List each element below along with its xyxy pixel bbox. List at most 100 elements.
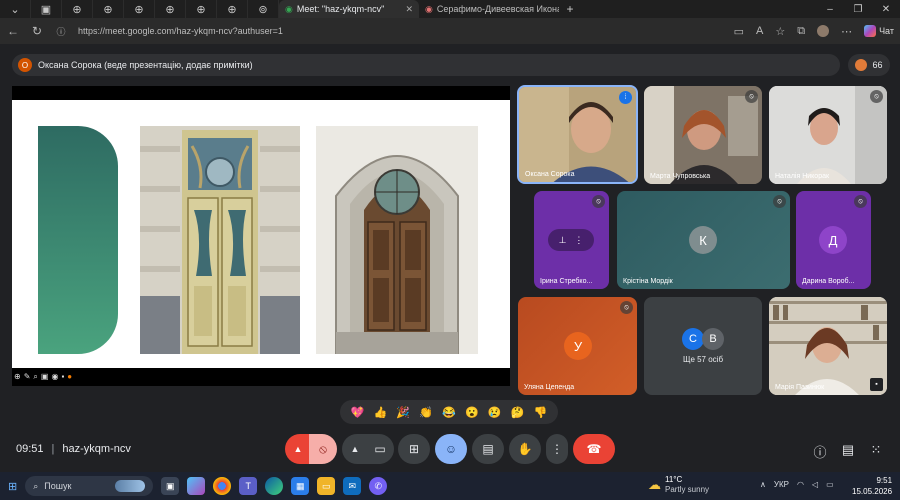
chrome-icon[interactable] bbox=[213, 477, 232, 495]
read-aloud-icon[interactable]: A bbox=[756, 25, 763, 37]
favorite-star-icon[interactable]: ☆ bbox=[775, 25, 785, 38]
reaction-thumbs-up[interactable]: 👍 bbox=[372, 406, 388, 419]
participant-tile-iryna[interactable]: ⊥ ⋮ ⦸ Ірина Стребко... bbox=[534, 191, 609, 289]
more-options-button[interactable]: ⋮ bbox=[546, 434, 568, 464]
zoom-icon[interactable]: ⊕ bbox=[14, 372, 21, 382]
tab-menu-chevron-icon[interactable]: ⌄ bbox=[0, 0, 31, 18]
picture-in-picture-icon[interactable]: ▪ bbox=[870, 378, 883, 391]
people-count: 66 bbox=[872, 60, 883, 70]
palette-icon[interactable]: ● bbox=[67, 372, 72, 382]
video-options-button[interactable]: ▲ bbox=[342, 434, 368, 464]
tab-icon-page[interactable]: ◉ Серафимо-Дивеевская Икона Бо... bbox=[419, 0, 559, 18]
reaction-laugh[interactable]: 😂 bbox=[441, 406, 457, 419]
reactions-button[interactable]: ☺ bbox=[435, 434, 467, 464]
weather-widget[interactable]: ☁ 11°C Partly sunny bbox=[648, 475, 709, 495]
participant-tile-marta[interactable]: ⦸ Марта Чупровська bbox=[644, 86, 762, 184]
mic-toggle-button[interactable]: ⦸ bbox=[309, 434, 337, 464]
present-screen-button[interactable]: ⊞ bbox=[398, 434, 430, 464]
record-icon[interactable]: ▪ bbox=[61, 372, 64, 382]
teams-icon[interactable]: T bbox=[239, 477, 258, 495]
participant-tile-kristina[interactable]: К ⦸ Крістіна Мордік bbox=[617, 191, 790, 289]
task-view-icon[interactable]: ▣ bbox=[161, 477, 180, 495]
chat-icon[interactable]: ▤ bbox=[840, 442, 856, 458]
magnifier-icon[interactable]: ⌕ bbox=[33, 372, 37, 382]
reaction-party[interactable]: 🎉 bbox=[395, 406, 411, 419]
back-icon[interactable]: ← bbox=[6, 24, 20, 38]
clock-time: 9:51 bbox=[876, 476, 893, 485]
maximize-button[interactable]: ❐ bbox=[844, 4, 872, 15]
activities-icon[interactable]: ⁙ bbox=[868, 442, 884, 458]
pinned-tab-3[interactable]: ⊕ bbox=[93, 0, 124, 18]
pin-icon[interactable]: ⊥ bbox=[559, 235, 567, 246]
pinned-tab-8[interactable]: ⊚ bbox=[248, 0, 279, 18]
file-explorer-icon[interactable]: ▭ bbox=[317, 477, 336, 495]
volume-icon[interactable]: ◁ bbox=[812, 480, 818, 489]
new-tab-button[interactable]: + bbox=[559, 2, 581, 16]
pinned-tab-2[interactable]: ⊕ bbox=[62, 0, 93, 18]
taskbar-search[interactable]: ⌕ Пошук bbox=[25, 476, 154, 496]
tray-chevron-icon[interactable]: ∧ bbox=[760, 480, 766, 489]
participant-tile-oksana[interactable]: ⁞ Оксана Сорока bbox=[517, 85, 638, 184]
reaction-sad[interactable]: 😢 bbox=[487, 406, 503, 419]
slide-image-door-1 bbox=[140, 126, 300, 354]
tab-meet[interactable]: ◉ Meet: "haz-ykqm-ncv" ✕ bbox=[279, 0, 419, 18]
participant-tile-maria[interactable]: ▪ Марія Пазинюк bbox=[769, 297, 887, 395]
pinned-tab-6[interactable]: ⊕ bbox=[186, 0, 217, 18]
participant-tile-daryna[interactable]: Д ⦸ Дарина Вороб... bbox=[796, 191, 871, 289]
separator: | bbox=[51, 443, 55, 455]
site-info-icon[interactable]: ⓘ bbox=[54, 25, 68, 38]
browser-tab-icon: ◉ bbox=[425, 3, 433, 14]
mic-off-icon: ⦸ bbox=[773, 195, 786, 208]
edge-icon[interactable] bbox=[265, 477, 284, 495]
reactions-bar: 💖 👍 🎉 👏 😂 😮 😢 🤔 👎 bbox=[340, 400, 558, 424]
url-field[interactable]: https://meet.google.com/haz-ykqm-ncv?aut… bbox=[78, 26, 283, 36]
profile-avatar[interactable] bbox=[817, 25, 830, 37]
captions-button[interactable]: ▤ bbox=[472, 434, 504, 464]
tile-more-icon[interactable]: ⋮ bbox=[574, 235, 583, 246]
clock-date: 15.05.2026 bbox=[852, 487, 893, 496]
reaction-thumbs-down[interactable]: 👎 bbox=[532, 406, 548, 419]
reaction-surprised[interactable]: 😮 bbox=[464, 406, 480, 419]
store-icon[interactable]: ▦ bbox=[291, 477, 310, 495]
people-count-button[interactable]: 66 bbox=[848, 54, 890, 76]
presentation-stage: ⊕ ✎ ⌕ ▣ ◉ ▪ ● bbox=[12, 86, 510, 386]
participant-tile-uliana[interactable]: У ⦸ Уляна Цепенда bbox=[518, 297, 637, 395]
weather-cloud-icon: ☁ bbox=[648, 477, 661, 492]
reaction-clap[interactable]: 👏 bbox=[418, 406, 434, 419]
raise-hand-button[interactable]: ✋ bbox=[509, 434, 541, 464]
close-tab-icon[interactable]: ✕ bbox=[405, 4, 413, 15]
screen-icon[interactable]: ▣ bbox=[41, 372, 49, 382]
language-indicator[interactable]: УКР bbox=[774, 480, 789, 489]
pinned-tab-5[interactable]: ⊕ bbox=[155, 0, 186, 18]
chevron-up-icon: ▲ bbox=[350, 444, 360, 454]
pinned-tab-1[interactable]: ▣ bbox=[31, 0, 62, 18]
collections-icon[interactable]: ⧉ bbox=[797, 25, 805, 38]
reaction-heart[interactable]: 💖 bbox=[349, 406, 365, 419]
taskbar-clock[interactable]: 9:51 15.05.2026 bbox=[852, 475, 892, 497]
participant-name: Марія Пазинюк bbox=[775, 384, 825, 391]
camera-icon[interactable]: ◉ bbox=[51, 372, 58, 382]
battery-icon[interactable]: ▭ bbox=[826, 480, 834, 489]
meeting-details-icon[interactable]: ⓘ bbox=[812, 442, 828, 461]
copilot-chat-button[interactable]: Чат bbox=[864, 25, 894, 37]
participant-tile-natalia[interactable]: ⦸ Наталія Никорак bbox=[769, 86, 887, 184]
close-window-button[interactable]: ✕ bbox=[872, 4, 900, 15]
more-menu-icon[interactable]: ⋯ bbox=[841, 25, 852, 38]
reload-icon[interactable]: ↻ bbox=[30, 24, 44, 38]
audio-options-button[interactable]: ▲ bbox=[285, 434, 311, 464]
mail-icon[interactable]: ✉ bbox=[343, 477, 362, 495]
copilot-app-icon[interactable] bbox=[187, 477, 206, 495]
minimize-button[interactable]: – bbox=[816, 4, 844, 15]
leave-call-button[interactable]: ☎ bbox=[573, 434, 615, 464]
pinned-tab-4[interactable]: ⊕ bbox=[124, 0, 155, 18]
cast-icon[interactable]: ▭ bbox=[734, 25, 744, 38]
start-icon[interactable]: ⊞ bbox=[8, 480, 17, 493]
wifi-icon[interactable]: ◠ bbox=[797, 480, 804, 489]
pinned-tab-7[interactable]: ⊕ bbox=[217, 0, 248, 18]
camera-toggle-button[interactable]: ▭ bbox=[366, 434, 394, 464]
viber-icon[interactable]: ✆ bbox=[369, 477, 388, 495]
participant-tile-others[interactable]: С В Ще 57 осіб bbox=[644, 297, 762, 395]
weather-condition: Partly sunny bbox=[665, 485, 710, 494]
reaction-thinking[interactable]: 🤔 bbox=[510, 406, 526, 419]
pen-icon[interactable]: ✎ bbox=[24, 372, 31, 382]
